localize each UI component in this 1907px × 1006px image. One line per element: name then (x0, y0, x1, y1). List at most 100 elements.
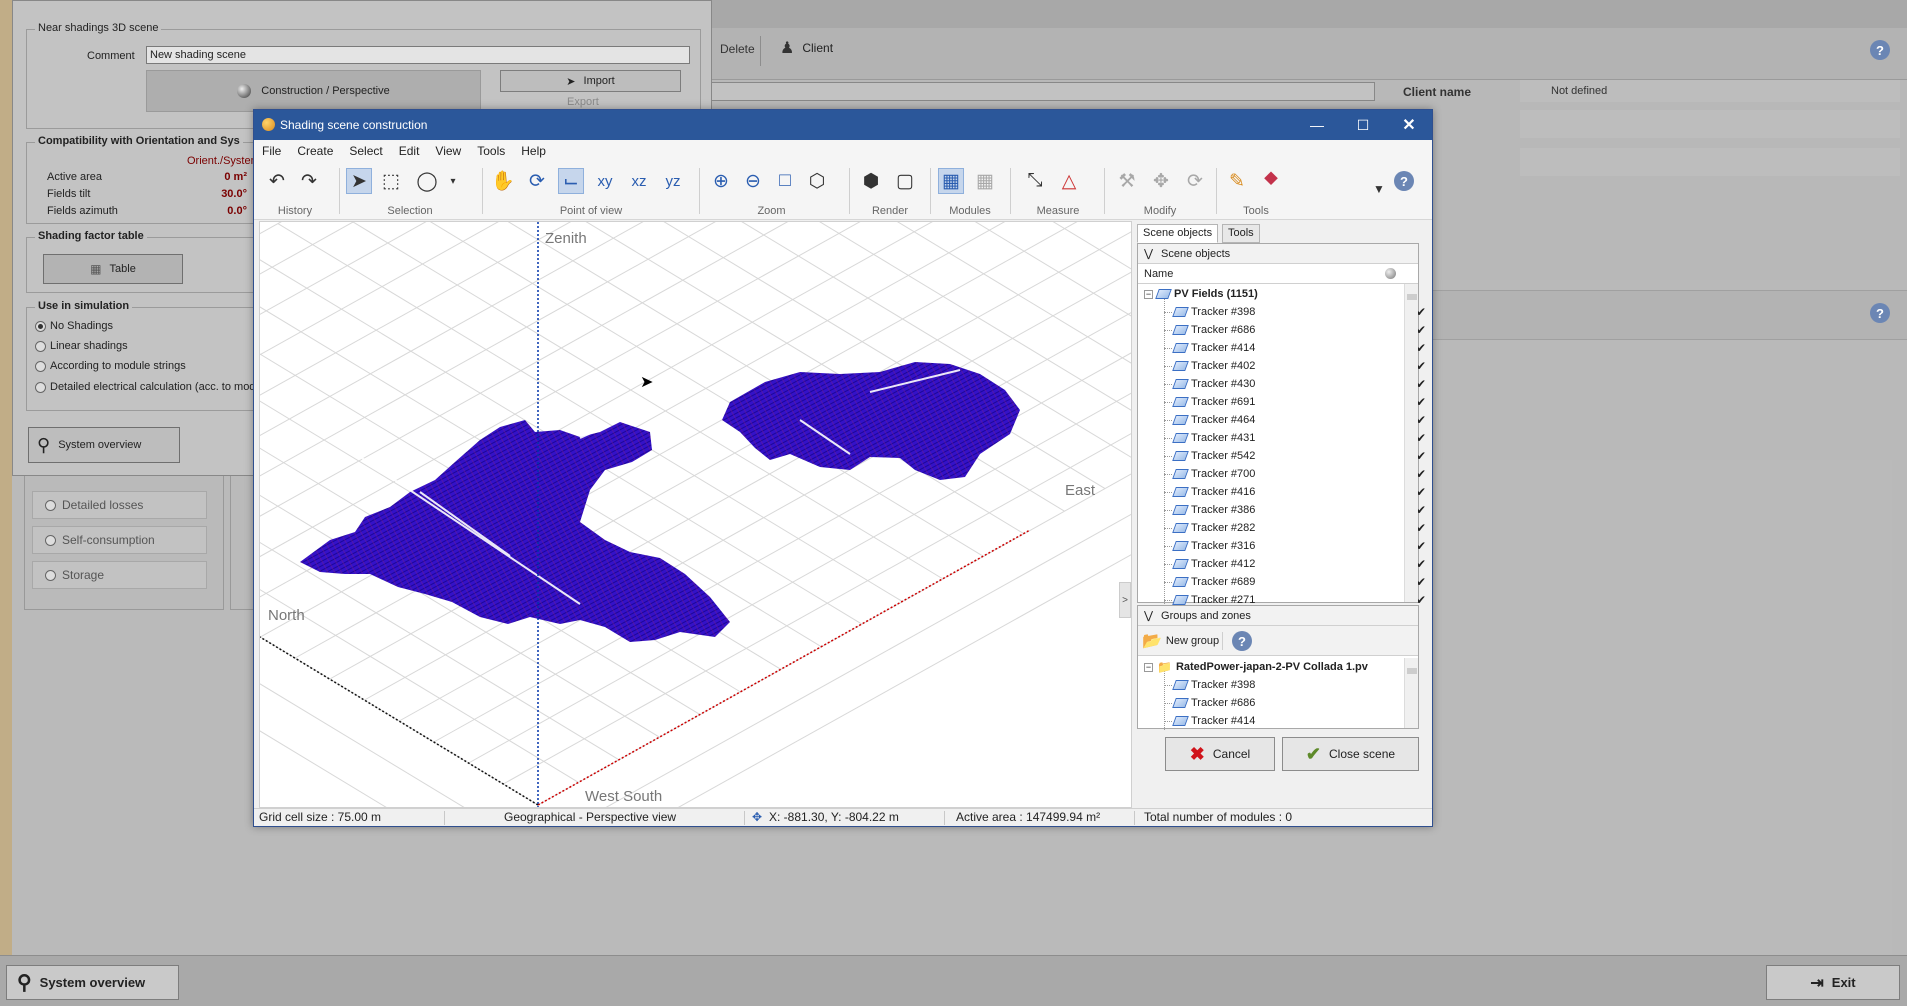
chevron-down-icon[interactable]: ▼ (1366, 176, 1392, 202)
solid-render-icon[interactable]: ⬢ (858, 168, 884, 194)
scene-objects-scrollbar[interactable] (1404, 284, 1418, 602)
view-xy-icon[interactable]: xy (592, 168, 618, 194)
client-button[interactable]: ♟ Client (780, 38, 833, 58)
redo-icon[interactable]: ↷ (296, 168, 322, 194)
tree-item[interactable]: Tracker #414 ✔ (1164, 339, 1436, 357)
measure-angle-icon[interactable]: △ (1056, 168, 1082, 194)
zoom-extents-icon[interactable]: ⬡ (804, 168, 830, 194)
maximize-button[interactable]: ☐ (1340, 110, 1386, 140)
pv-fields-root[interactable]: − PV Fields (1151) (1144, 285, 1406, 303)
rectangle-select-icon[interactable]: ⬚ (378, 168, 404, 194)
tree-item[interactable]: Tracker #464 ✔ (1164, 411, 1436, 429)
export-button[interactable]: Export (567, 96, 599, 108)
tree-item[interactable]: Tracker #412 ✔ (1164, 555, 1436, 573)
storage-option[interactable]: Storage (32, 561, 207, 589)
zoom-out-icon[interactable]: ⊖ (740, 168, 766, 194)
tree-item[interactable]: Tracker #430 ✔ (1164, 375, 1436, 393)
menu-select[interactable]: Select (341, 144, 390, 158)
help-icon[interactable]: ? (1870, 303, 1890, 323)
help-icon[interactable]: ? (1394, 171, 1414, 191)
tab-tools[interactable]: Tools (1222, 224, 1260, 243)
scrollbar-thumb[interactable] (1407, 668, 1417, 674)
wireframe-render-icon[interactable]: ▢ (892, 168, 918, 194)
tree-item[interactable]: Tracker #686 ✔ (1164, 321, 1436, 339)
tree-item[interactable]: Tracker #700 ✔ (1164, 465, 1436, 483)
no-shadings-radio[interactable]: No Shadings (35, 320, 113, 332)
mouse-cursor-icon: ➤ (640, 374, 654, 391)
menu-help[interactable]: Help (513, 144, 554, 158)
tree-item[interactable]: Tracker #431 ✔ (1164, 429, 1436, 447)
tree-item[interactable]: Tracker #416 ✔ (1164, 483, 1436, 501)
tree-item[interactable]: Tracker #689 ✔ (1164, 573, 1436, 591)
module-strings-radio[interactable]: According to module strings (35, 360, 186, 372)
zoom-in-icon[interactable]: ⊕ (708, 168, 734, 194)
toolbar-divider (760, 36, 761, 66)
menu-file[interactable]: File (254, 144, 289, 158)
wrench-icon[interactable]: ⚒ (1114, 168, 1140, 194)
project-name-field[interactable] (700, 82, 1375, 101)
pointer-icon[interactable]: ➤ (346, 168, 372, 194)
history-caption: History (277, 205, 313, 217)
tree-item[interactable]: Tracker #402 ✔ (1164, 357, 1436, 375)
undo-icon[interactable]: ↶ (264, 168, 290, 194)
menu-tools[interactable]: Tools (469, 144, 513, 158)
linear-shadings-radio[interactable]: Linear shadings (35, 340, 128, 352)
system-overview-button[interactable]: ⚲ System overview (28, 427, 180, 463)
close-scene-button[interactable]: ✔ Close scene (1282, 737, 1419, 771)
pan-hand-icon[interactable]: ✋ (490, 168, 516, 194)
tree-item[interactable]: Tracker #414 (1164, 712, 1404, 728)
zoom-window-icon[interactable]: □ (772, 168, 798, 194)
scrollbar-thumb[interactable] (1407, 294, 1417, 300)
tools-group: ✎ ⯁ Tools (1220, 162, 1292, 220)
panel-toggle-button[interactable]: > (1119, 582, 1131, 618)
tree-item[interactable]: Tracker #282 ✔ (1164, 519, 1436, 537)
comment-input[interactable]: New shading scene (146, 46, 690, 64)
pencil-icon[interactable]: ✎ (1224, 168, 1250, 194)
import-button[interactable]: ➤ Import (500, 70, 681, 92)
tree-item[interactable]: Tracker #686 (1164, 694, 1404, 712)
modules-grid-icon[interactable]: ▦ (938, 168, 964, 194)
delete-button[interactable]: Delete (720, 42, 755, 56)
view-xz-icon[interactable]: xz (626, 168, 652, 194)
view-yz-icon[interactable]: yz (660, 168, 686, 194)
3d-viewport[interactable]: Zenith East North West South ➤ > (259, 221, 1132, 808)
groups-scrollbar[interactable] (1404, 658, 1418, 728)
menu-create[interactable]: Create (289, 144, 341, 158)
shapes-icon[interactable]: ⯁ (1258, 168, 1284, 194)
construction-perspective-button[interactable]: Construction / Perspective (146, 70, 481, 112)
chevron-down-icon[interactable]: ▾ (440, 168, 466, 194)
rotate-icon[interactable]: ⟳ (1182, 168, 1208, 194)
move-icon[interactable]: ✥ (1148, 168, 1174, 194)
table-button[interactable]: ▦ Table (43, 254, 183, 284)
tree-guide (1164, 384, 1172, 385)
detailed-electrical-radio[interactable]: Detailed electrical calculation (acc. to… (35, 381, 262, 393)
radio-icon (35, 320, 46, 332)
detailed-losses-option[interactable]: Detailed losses (32, 491, 207, 519)
tree-item[interactable]: Tracker #542 ✔ (1164, 447, 1436, 465)
tree-item[interactable]: Tracker #691 ✔ (1164, 393, 1436, 411)
tab-scene-objects[interactable]: Scene objects (1137, 224, 1219, 243)
radio-icon (45, 569, 56, 581)
north-label: North (268, 607, 305, 624)
orbit-icon[interactable]: ⟳ (524, 168, 550, 194)
tree-item[interactable]: Tracker #398 ✔ (1164, 303, 1436, 321)
menu-edit[interactable]: Edit (391, 144, 428, 158)
tree-item[interactable]: Tracker #316 ✔ (1164, 537, 1436, 555)
self-consumption-option[interactable]: Self-consumption (32, 526, 207, 554)
system-overview-button[interactable]: ⚲ System overview (6, 965, 179, 1000)
status-separator (744, 811, 745, 825)
exit-button[interactable]: ⇥ Exit (1766, 965, 1900, 1000)
lasso-select-icon[interactable]: ◯ (414, 168, 440, 194)
measure-distance-icon[interactable]: ⤡ (1022, 168, 1048, 194)
modules-strings-icon[interactable]: ▦ (972, 168, 998, 194)
help-icon[interactable]: ? (1870, 40, 1890, 60)
tree-item[interactable]: Tracker #386 ✔ (1164, 501, 1436, 519)
scene-objects-header[interactable]: ⋁ Scene objects (1138, 244, 1418, 264)
minimize-button[interactable]: — (1294, 110, 1340, 140)
close-button[interactable]: ✕ (1386, 110, 1432, 140)
menu-view[interactable]: View (427, 144, 469, 158)
cancel-button[interactable]: ✖ Cancel (1165, 737, 1275, 771)
axes-view-icon[interactable]: ⌙ (558, 168, 584, 194)
tree-item[interactable]: Tracker #398 (1164, 676, 1404, 694)
scene-canvas[interactable] (260, 222, 1132, 808)
